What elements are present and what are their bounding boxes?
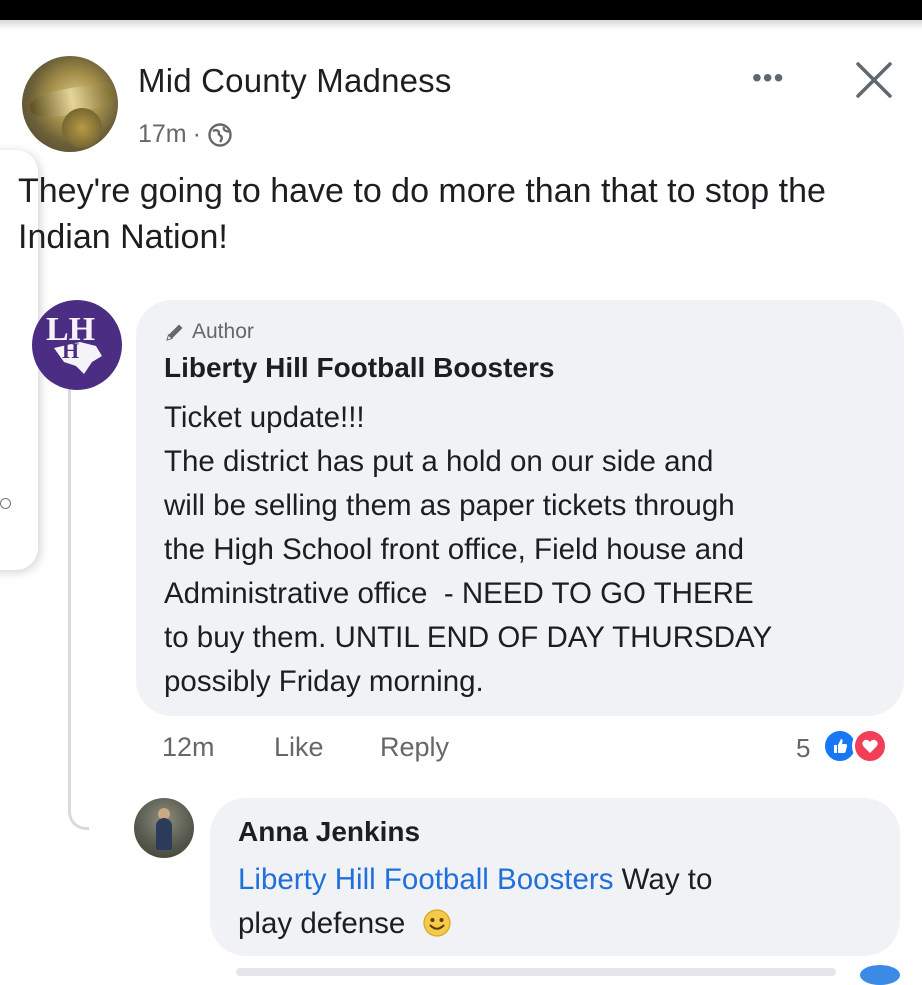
close-icon[interactable] [852, 58, 896, 102]
comment-text: Ticket update!!! The district has put a … [164, 396, 884, 704]
post-meta: 17m · [138, 120, 233, 149]
reply-commenter-name[interactable]: Anna Jenkins [238, 816, 420, 848]
reply-text: Liberty Hill Football Boosters Way to pl… [238, 858, 878, 946]
more-options-icon[interactable]: ••• [752, 62, 784, 94]
page-name[interactable]: Mid County Madness [138, 62, 452, 100]
love-icon[interactable] [852, 728, 888, 764]
comment-line: the High School front office, Field hous… [164, 533, 744, 566]
commenter-name[interactable]: Liberty Hill Football Boosters [164, 352, 554, 384]
reply-button[interactable]: Reply [380, 732, 449, 763]
anna-avatar[interactable] [134, 798, 194, 858]
reply-line: play defense [238, 902, 878, 946]
comment-line: The district has put a hold on our side … [164, 445, 714, 478]
comment-line: Administrative office - NEED TO GO THERE [164, 577, 754, 610]
next-reaction-edge [860, 965, 900, 985]
avatar-image-detail [62, 108, 102, 148]
smile-icon [423, 909, 451, 937]
reply-line: Liberty Hill Football Boosters Way to [238, 858, 878, 902]
liberty-hill-avatar[interactable]: LH H [32, 300, 122, 390]
top-bar [0, 0, 922, 20]
comment-line: Ticket update!!! [164, 401, 365, 434]
comment-line: will be selling them as paper tickets th… [164, 489, 735, 522]
reply-bubble: Anna Jenkins Liberty Hill Football Boost… [210, 798, 900, 956]
comment-line: to buy them. UNTIL END OF DAY THURSDAY [164, 621, 773, 654]
mention-link[interactable]: Liberty Hill Football Boosters [238, 863, 613, 896]
comment-line: possibly Friday morning. [164, 665, 484, 698]
comment-time[interactable]: 12m [162, 732, 215, 763]
like-button[interactable]: Like [274, 732, 324, 763]
post-time[interactable]: 17m [138, 120, 187, 149]
reaction-count[interactable]: 5 [796, 733, 810, 764]
top-shade [0, 20, 922, 30]
thread-connector [68, 382, 89, 830]
comment-bubble: Author Liberty Hill Football Boosters Ti… [136, 300, 904, 716]
avatar-image-detail [156, 818, 172, 850]
author-badge: Author [164, 320, 254, 344]
author-badge-label: Author [192, 320, 254, 343]
reply-text-part: play defense [238, 907, 414, 940]
page-avatar[interactable] [22, 56, 118, 152]
globe-icon [208, 122, 232, 147]
pencil-icon [166, 324, 183, 341]
side-indicator-icon [0, 498, 11, 509]
meta-separator: · [192, 120, 201, 148]
svg-text:H: H [62, 338, 79, 363]
reply-text-part: Way to [613, 863, 713, 896]
post-text: They're going to have to do more than th… [18, 172, 826, 256]
